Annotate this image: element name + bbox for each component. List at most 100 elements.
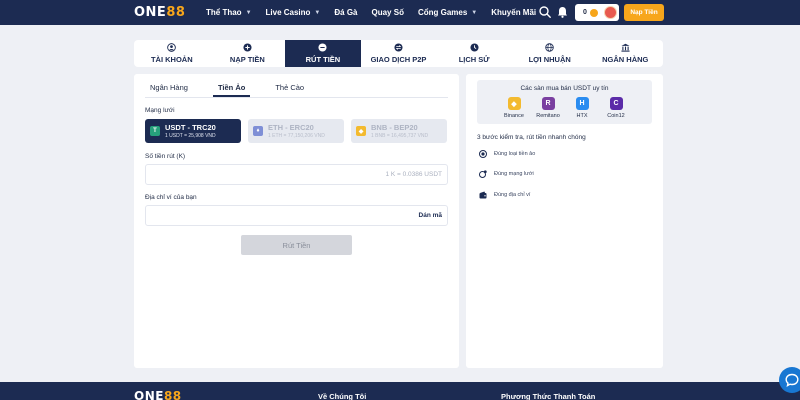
tab-label: TÀI KHOẢN (150, 55, 193, 64)
exchange-list: ◆ Binance R Remitano H HTX C Coin12 (497, 97, 633, 119)
nav-item-promotions[interactable]: Khuyến Mãi (491, 8, 536, 17)
nav-item-cockfight[interactable]: Đá Gà (334, 8, 357, 17)
network-rate: 1 ETH = 77,150,206 VND (268, 133, 325, 139)
exchange-name: HTX (576, 113, 588, 119)
exchange-name: Remitano (536, 113, 560, 119)
withdraw-submit-button[interactable]: Rút Tiền (241, 235, 352, 255)
chevron-down-icon: ▼ (471, 9, 478, 16)
nav-label: Khuyến Mãi (491, 8, 537, 17)
wallet-label: Địa chỉ ví của bạn (145, 194, 197, 201)
tether-icon: T (150, 126, 160, 136)
ethereum-icon: ♦ (253, 126, 263, 136)
amount-hint: 1 K = 0.0386 USDT (385, 171, 442, 178)
exchanges-box: Các sàn mua bán USDT uy tín ◆ Binance R … (477, 80, 652, 124)
coin12-icon: C (609, 97, 623, 110)
network-option-bnb-bep20[interactable]: ◆ BNB - BEP20 1 BNB = 16,495,737 VND (351, 119, 447, 143)
network-name: USDT - TRC20 (165, 123, 216, 132)
subtab-bank[interactable]: Ngân Hàng (145, 82, 193, 97)
coin-check-icon (479, 150, 487, 158)
tab-bank[interactable]: NGÂN HÀNG (587, 40, 663, 67)
plus-circle-icon (243, 43, 252, 52)
amount-label: Số tiền rút (K) (145, 153, 186, 160)
live-chat-button[interactable] (779, 367, 800, 393)
account-tab-bar: TÀI KHOẢN NẠP TIỀN RÚT TIỀN GIAO DỊCH P2… (134, 40, 663, 67)
step-label: Đúng mạng lưới (494, 171, 534, 177)
step-label: Đúng địa chỉ ví (494, 192, 531, 198)
network-options: T USDT - TRC20 1 USDT = 25,908 VND ♦ ETH… (145, 119, 448, 143)
exchange-htx[interactable]: H HTX (565, 97, 599, 119)
exchange-icon (394, 43, 403, 52)
wallet-address-input[interactable]: Dán mã (145, 205, 448, 226)
nav-item-live-casino[interactable]: Live Casino ▼ (266, 8, 321, 17)
nav-label: Đá Gà (334, 8, 358, 17)
footer-logo[interactable]: ONE 88 (134, 390, 182, 400)
nav-item-games[interactable]: Cổng Games ▼ (418, 8, 477, 17)
logo-accent-text: 88 (166, 5, 186, 20)
step-label: Đúng loại tiền ảo (494, 151, 536, 157)
step-item: Đúng loại tiền ảo (479, 150, 535, 158)
network-rate: 1 USDT = 25,908 VND (165, 133, 216, 139)
nav-label: Thể Thao (206, 8, 242, 17)
search-icon[interactable] (539, 6, 551, 18)
step-item: Đúng địa chỉ ví (479, 191, 530, 199)
footer-about-heading: Về Chúng Tôi (318, 392, 367, 400)
tab-label: GIAO DỊCH P2P (370, 55, 427, 64)
withdraw-panel: Ngân Hàng Tiền Ảo Thẻ Cào Mạng lưới T US… (134, 74, 459, 368)
tab-account[interactable]: TÀI KHOẢN (134, 40, 210, 67)
tab-label: LỢI NHUẬN (528, 55, 571, 64)
tab-p2p[interactable]: GIAO DỊCH P2P (361, 40, 437, 67)
logo-accent-text: 88 (163, 389, 182, 400)
binance-icon: ◆ (507, 97, 521, 110)
nav-label: Cổng Games (417, 8, 468, 17)
nav-item-lottery[interactable]: Quay Số (372, 8, 404, 17)
deposit-button[interactable]: Nạp Tiền (624, 4, 664, 21)
paste-button[interactable]: Dán mã (419, 212, 442, 219)
bnb-icon: ◆ (356, 126, 366, 136)
htx-icon: H (575, 97, 589, 110)
tab-label: NẠP TIỀN (229, 55, 265, 64)
globe-icon (545, 43, 554, 52)
avatar[interactable] (604, 6, 617, 19)
tab-label: NGÂN HÀNG (602, 55, 649, 64)
network-label: Mạng lưới (145, 107, 175, 114)
logo-text: ONE (134, 5, 167, 20)
network-option-usdt-trc20[interactable]: T USDT - TRC20 1 USDT = 25,908 VND (145, 119, 241, 143)
tab-history[interactable]: LỊCH SỬ (436, 40, 512, 67)
steps-title: 3 bước kiểm tra, rút tiền nhanh chóng (477, 134, 586, 141)
chevron-down-icon: ▼ (314, 9, 321, 16)
subtab-crypto[interactable]: Tiền Ảo (212, 82, 251, 97)
exchange-binance[interactable]: ◆ Binance (497, 97, 531, 119)
chat-icon (785, 373, 799, 387)
nav-item-sports[interactable]: Thể Thao ▼ (206, 8, 252, 17)
withdraw-method-tabs: Ngân Hàng Tiền Ảo Thẻ Cào (145, 82, 448, 98)
brand-logo[interactable]: ONE 88 (134, 5, 185, 20)
wallet-icon (479, 191, 487, 199)
main-nav: Thể Thao ▼ Live Casino ▼ Đá Gà Quay Số Cổn… (206, 0, 550, 25)
exchange-remitano[interactable]: R Remitano (531, 97, 565, 119)
coin-icon (589, 8, 598, 17)
footer: ONE 88 Về Chúng Tôi Phương Thức Thanh Toá… (0, 382, 800, 400)
clock-icon (470, 43, 479, 52)
network-option-eth-erc20[interactable]: ♦ ETH - ERC20 1 ETH = 77,150,206 VND (248, 119, 344, 143)
subtab-scratch-card[interactable]: Thẻ Cào (270, 82, 309, 97)
tab-profit[interactable]: LỢI NHUẬN (512, 40, 588, 67)
nav-label: Live Casino (265, 8, 311, 17)
remitano-icon: R (541, 97, 555, 110)
network-rate: 1 BNB = 16,495,737 VND (371, 133, 429, 139)
balance-value: 0 (583, 9, 587, 16)
exchange-coin12[interactable]: C Coin12 (599, 97, 633, 119)
balance-display[interactable]: 0 (575, 4, 619, 21)
network-name: ETH - ERC20 (268, 123, 314, 132)
tab-withdraw[interactable]: RÚT TIỀN (285, 40, 361, 67)
tab-label: RÚT TIỀN (305, 55, 341, 64)
top-navbar: ONE 88 Thể Thao ▼ Live Casino ▼ Đá Gà Quay … (0, 0, 800, 25)
exchange-name: Coin12 (607, 113, 625, 119)
exchange-name: Binance (504, 113, 524, 119)
info-panel: Các sàn mua bán USDT uy tín ◆ Binance R … (466, 74, 663, 368)
amount-input[interactable]: 1 K = 0.0386 USDT (145, 164, 448, 185)
bell-icon[interactable] (557, 6, 568, 18)
tab-deposit[interactable]: NẠP TIỀN (210, 40, 286, 67)
user-icon (167, 43, 177, 52)
minus-circle-icon (318, 43, 327, 52)
chevron-down-icon: ▼ (245, 9, 252, 16)
